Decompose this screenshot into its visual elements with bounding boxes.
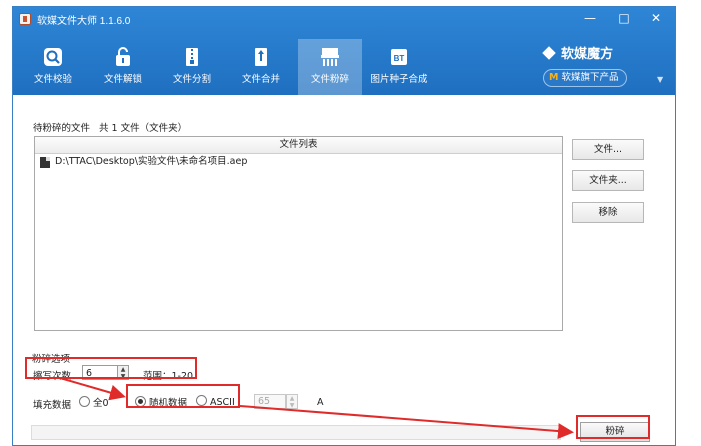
title-bar: 软媒文件大师 1.1.6.0 — □ ✕ 文件校验 文件解锁 文件分割 文件合并…	[13, 7, 675, 95]
tab-label: 文件分割	[172, 74, 211, 85]
magnifier-icon	[44, 48, 62, 66]
highlight-box-overwrite	[25, 357, 197, 379]
tab-file-shred[interactable]: 文件粉碎	[298, 39, 362, 95]
radio-circle	[79, 396, 90, 407]
chevron-down-icon[interactable]: ▼	[657, 75, 663, 84]
tab-image-seed[interactable]: BT 图片种子合成	[367, 43, 431, 93]
tab-label: 文件校验	[33, 74, 72, 85]
chevron-down-icon[interactable]: ▼	[287, 402, 297, 409]
shredder-icon	[321, 48, 339, 66]
app-window: 软媒文件大师 1.1.6.0 — □ ✕ 文件校验 文件解锁 文件分割 文件合并…	[12, 6, 676, 446]
window-title: 软媒文件大师 1.1.6.0	[37, 16, 131, 27]
highlight-box-fill	[126, 384, 240, 408]
tab-label: 图片种子合成	[370, 74, 428, 85]
tab-file-merge[interactable]: 文件合并	[229, 43, 293, 93]
tab-label: 文件合并	[241, 74, 280, 85]
tab-file-verify[interactable]: 文件校验	[21, 43, 85, 93]
unlock-icon	[116, 47, 130, 66]
close-button[interactable]: ✕	[645, 9, 667, 27]
radio-label: 全0	[93, 398, 109, 409]
tab-label: 文件解锁	[103, 74, 142, 85]
tab-file-unlock[interactable]: 文件解锁	[91, 43, 155, 93]
add-file-button[interactable]: 文件...	[572, 139, 644, 160]
maximize-button[interactable]: □	[613, 9, 635, 27]
minimize-button[interactable]: —	[579, 9, 601, 27]
ascii-code-stepper[interactable]: ▲ ▼	[286, 394, 298, 409]
ruanmei-logo-icon: M	[549, 72, 559, 83]
progress-bar	[31, 425, 561, 440]
tab-label: 文件粉碎	[310, 74, 349, 85]
brand-name: 软媒魔方	[561, 47, 614, 62]
tab-file-split[interactable]: 文件分割	[160, 43, 224, 93]
ascii-char-preview: A	[317, 397, 324, 408]
svg-text:BT: BT	[394, 54, 405, 63]
zip-split-icon	[186, 48, 198, 66]
zip-merge-icon	[255, 48, 267, 66]
pending-files-label: 待粉碎的文件	[33, 123, 91, 134]
radio-fill-zero[interactable]: 全0	[79, 395, 109, 409]
file-list-header: 文件列表	[35, 137, 562, 154]
pending-files-count: 共 1 文件（文件夹）	[99, 123, 188, 134]
chevron-up-icon[interactable]: ▲	[287, 395, 297, 402]
brand-products-button[interactable]: M 软媒旗下产品	[543, 69, 628, 87]
app-logo-icon	[19, 13, 31, 25]
list-item[interactable]: D:\TTAC\Desktop\实验文件\未命名项目.aep	[35, 154, 562, 170]
fill-data-label: 填充数据	[33, 400, 72, 411]
add-folder-button[interactable]: 文件夹...	[572, 170, 644, 191]
brand-title[interactable]: 软媒魔方	[542, 43, 614, 62]
file-list[interactable]: 文件列表 D:\TTAC\Desktop\实验文件\未命名项目.aep	[34, 136, 563, 331]
remove-button[interactable]: 移除	[572, 202, 644, 223]
bt-icon: BT	[391, 49, 407, 65]
file-icon	[40, 157, 50, 168]
file-path: D:\TTAC\Desktop\实验文件\未命名项目.aep	[55, 156, 248, 167]
cube-icon	[542, 46, 556, 60]
highlight-box-shred	[576, 415, 650, 439]
brand-sub-label: 软媒旗下产品	[561, 72, 619, 83]
ascii-code-input[interactable]: 65	[254, 394, 286, 409]
shred-panel: 待粉碎的文件 共 1 文件（文件夹） 文件列表 D:\TTAC\Desktop\…	[13, 95, 675, 445]
